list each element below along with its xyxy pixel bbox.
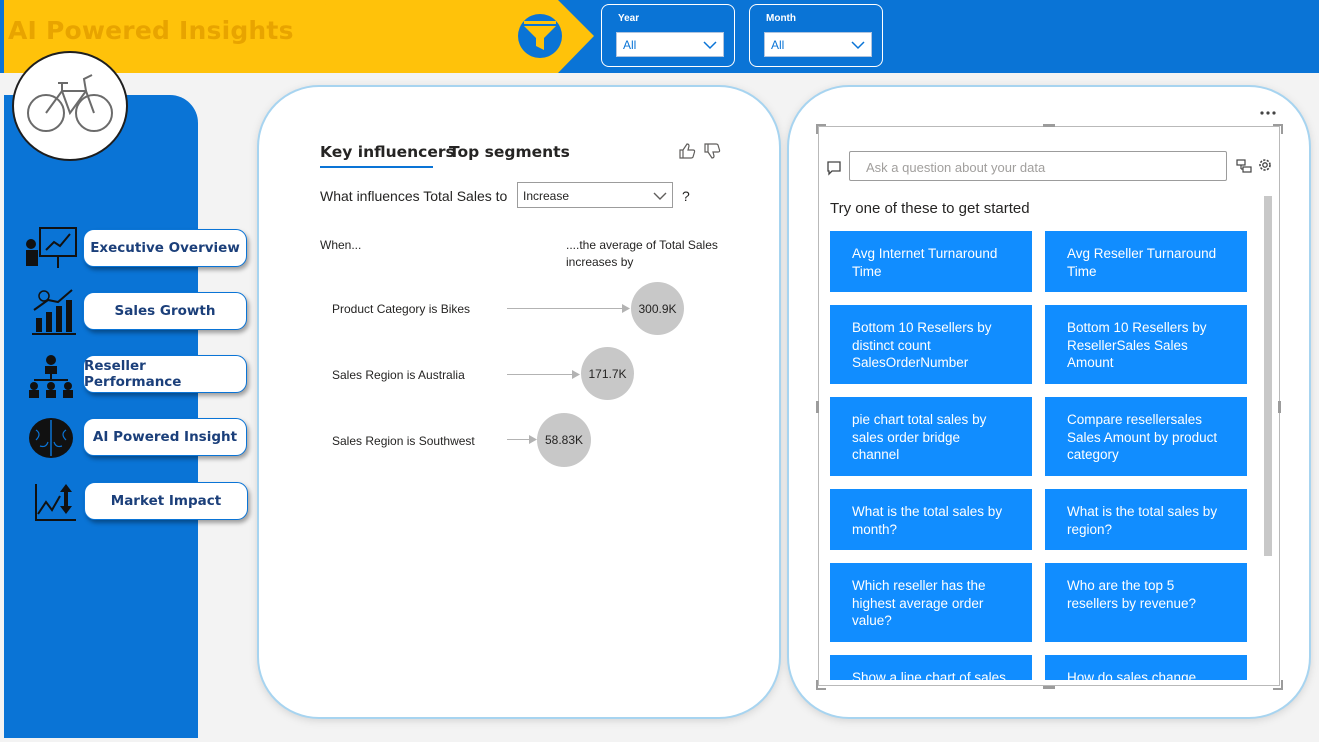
filter-arrow-icon — [510, 0, 594, 73]
qa-suggestion-button[interactable]: Avg Reseller Turnaround Time — [1045, 231, 1247, 292]
chevron-down-icon — [703, 41, 717, 50]
qa-suggestion-button[interactable]: Bottom 10 Resellers by ResellerSales Sal… — [1045, 305, 1247, 384]
org-hierarchy-icon — [29, 355, 73, 398]
year-slicer[interactable]: Year All — [601, 4, 735, 67]
influencer-label[interactable]: Sales Region is Australia — [332, 368, 465, 382]
chat-bubble-icon — [827, 161, 841, 176]
qa-suggestion-button[interactable]: Show a line chart of sales — [830, 655, 1032, 680]
influencer-connector — [507, 308, 627, 309]
resize-handle[interactable] — [1278, 401, 1281, 413]
qa-suggestion-button[interactable]: Bottom 10 Resellers by distinct count Sa… — [830, 305, 1032, 384]
year-dropdown-value: All — [623, 38, 637, 52]
influencer-bubble[interactable]: 171.7K — [581, 347, 634, 400]
qa-suggestion-button[interactable]: Compare resellersales Sales Amount by pr… — [1045, 397, 1247, 476]
influence-direction-value: Increase — [523, 189, 570, 203]
arrow-head-icon — [572, 370, 580, 379]
influencer-connector — [507, 374, 576, 375]
col-avg-header-line2: increases by — [566, 255, 634, 269]
thumbs-up-icon[interactable] — [678, 142, 696, 160]
qa-suggestion-button[interactable]: What is the total sales by region? — [1045, 489, 1247, 550]
bicycle-logo — [12, 51, 128, 161]
resize-handle[interactable] — [816, 124, 826, 134]
arrow-head-icon — [622, 304, 630, 313]
influencer-label[interactable]: Sales Region is Southwest — [332, 434, 475, 448]
qa-scrollbar[interactable] — [1264, 196, 1272, 556]
month-slicer[interactable]: Month All — [749, 4, 883, 67]
line-arrows-icon — [35, 484, 76, 521]
qa-suggestion-button[interactable]: Who are the top 5 resellers by revenue? — [1045, 563, 1247, 642]
thumbs-down-icon[interactable] — [703, 142, 721, 160]
influence-question-label: What influences Total Sales to — [320, 188, 508, 204]
month-slicer-label: Month — [766, 13, 796, 24]
col-avg-header-line1: ....the average of Total Sales — [566, 238, 718, 252]
month-dropdown-value: All — [771, 38, 785, 52]
qa-hint-text: Try one of these to get started — [830, 200, 1030, 217]
qa-suggestion-button[interactable]: Avg Internet Turnaround Time — [830, 231, 1032, 292]
convert-visual-icon[interactable] — [1236, 158, 1252, 174]
nav-market-impact[interactable]: Market Impact — [84, 482, 248, 520]
qa-suggestion-button[interactable]: What is the total sales by month? — [830, 489, 1032, 550]
bicycle-icon — [27, 74, 113, 132]
qa-question-input[interactable]: Ask a question about your data — [849, 151, 1227, 181]
nav-ai-powered-insight[interactable]: AI Powered Insight — [83, 418, 247, 456]
qa-suggestion-button[interactable]: How do sales change — [1045, 655, 1247, 680]
nav-sales-growth[interactable]: Sales Growth — [83, 292, 247, 330]
presentation-chart-icon — [26, 227, 77, 268]
influencer-label[interactable]: Product Category is Bikes — [332, 302, 470, 316]
resize-handle[interactable] — [1273, 680, 1283, 690]
page-title: AI Powered Insights — [8, 16, 294, 45]
qa-suggestion-button[interactable]: Which reseller has the highest average o… — [830, 563, 1032, 642]
chevron-down-icon — [653, 192, 667, 200]
qa-question-placeholder: Ask a question about your data — [866, 160, 1046, 175]
more-options-icon[interactable] — [1258, 108, 1278, 118]
nav-executive-overview[interactable]: Executive Overview — [83, 229, 247, 267]
qa-suggestion-button[interactable]: pie chart total sales by sales order bri… — [830, 397, 1032, 476]
resize-handle[interactable] — [1273, 124, 1283, 134]
active-tab-underline — [320, 166, 433, 168]
chevron-down-icon — [851, 41, 865, 50]
tab-key-influencers[interactable]: Key influencers — [320, 143, 455, 161]
resize-handle[interactable] — [1043, 686, 1055, 689]
resize-handle[interactable] — [816, 401, 819, 413]
col-when-header: When... — [320, 238, 362, 252]
arrow-head-icon — [529, 435, 537, 444]
gear-icon[interactable] — [1257, 157, 1273, 173]
qa-suggestions: Avg Internet Turnaround Time Avg Reseller… — [830, 231, 1260, 680]
year-slicer-label: Year — [618, 13, 640, 24]
influence-direction-dropdown[interactable]: Increase — [517, 182, 673, 208]
resize-handle[interactable] — [816, 680, 826, 690]
month-dropdown[interactable]: All — [764, 32, 872, 57]
bar-growth-icon — [32, 289, 76, 335]
influencer-bubble[interactable]: 300.9K — [631, 282, 684, 335]
influencer-bubble[interactable]: 58.83K — [537, 413, 591, 467]
year-dropdown[interactable]: All — [616, 32, 724, 57]
nav-reseller-performance[interactable]: Reseller Performance — [83, 355, 247, 393]
tab-top-segments[interactable]: Top segments — [449, 143, 570, 161]
resize-handle[interactable] — [1043, 124, 1055, 127]
brain-icon — [29, 418, 73, 458]
question-mark: ? — [682, 188, 690, 204]
